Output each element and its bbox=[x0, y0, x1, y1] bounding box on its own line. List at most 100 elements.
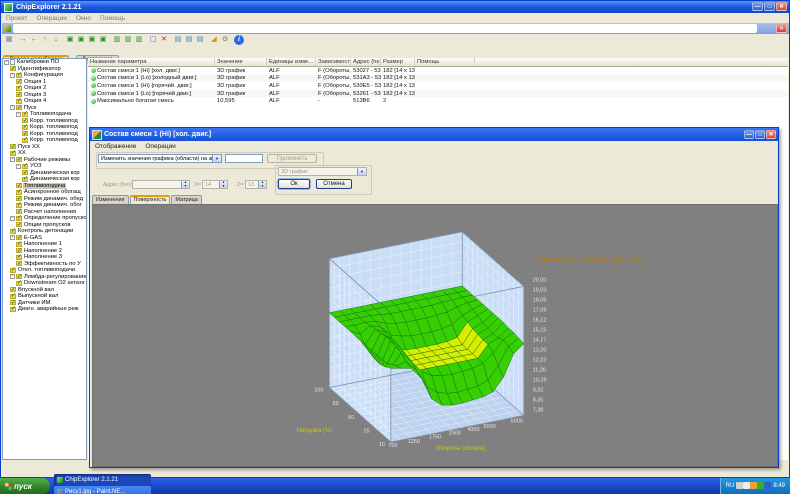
table-cell: ALF bbox=[267, 75, 316, 81]
taskbar-task[interactable]: Рису1.jpg - Paint.NE... bbox=[54, 486, 151, 494]
write-arrow-left-icon[interactable]: ← bbox=[29, 35, 39, 45]
spinner-arrows-icon[interactable]: ▲▼ bbox=[181, 181, 189, 188]
chip-read-icon[interactable]: ▣ bbox=[65, 35, 75, 45]
keyboard-tray-icon[interactable] bbox=[736, 482, 743, 489]
update-tray-icon[interactable] bbox=[750, 482, 757, 489]
maximize-button[interactable]: □ bbox=[764, 2, 775, 11]
dialog-maximize-button[interactable]: □ bbox=[755, 130, 765, 139]
map-table-icon-3[interactable]: ▥ bbox=[134, 35, 144, 45]
dialog-menu-item-Отображение[interactable]: Отображение bbox=[95, 143, 136, 150]
column-header[interactable]: Единицы изме... bbox=[267, 58, 316, 66]
dialog-title: Состав смеси 1 (Hi) [хол. двиг.] bbox=[104, 131, 211, 138]
dialog-close-button[interactable]: ✕ bbox=[766, 130, 776, 139]
ok-button[interactable]: Ок bbox=[278, 179, 310, 189]
chevron-down-icon[interactable]: ▼ bbox=[357, 168, 366, 175]
chevron-down-icon[interactable]: ▼ bbox=[212, 155, 221, 162]
chip-verify-icon[interactable]: ▣ bbox=[87, 35, 97, 45]
table-row[interactable]: Максимально богатая смесь10,595ALF-513B6… bbox=[88, 97, 788, 105]
window-view-icon-1[interactable]: ▤ bbox=[173, 35, 183, 45]
tree-item[interactable]: Асинхронное обогащ bbox=[3, 189, 86, 196]
child-window-titlebar[interactable]: ✕ bbox=[2, 23, 789, 34]
dialog-tab-Поверхность[interactable]: Поверхность bbox=[130, 195, 171, 204]
start-label: пуск bbox=[14, 482, 32, 491]
column-header[interactable]: Размер bbox=[381, 58, 415, 66]
close-button[interactable]: ✕ bbox=[776, 2, 787, 11]
tree-expander-icon[interactable]: - bbox=[16, 164, 21, 169]
binoculars-icon[interactable]: ⊙ bbox=[220, 35, 230, 45]
column-header[interactable]: Название параметра bbox=[88, 58, 215, 66]
chip-write-icon[interactable]: ▣ bbox=[76, 35, 86, 45]
action-combobox[interactable]: Изменить значения графика (области) на з… bbox=[98, 154, 222, 163]
column-header[interactable]: Зависимость bbox=[316, 58, 351, 66]
tree-expander-icon[interactable]: - bbox=[10, 274, 15, 279]
cancel-button[interactable]: Отмена bbox=[316, 179, 352, 189]
surface-chart[interactable]: 75012501750250040005000600010080502510На… bbox=[93, 205, 777, 466]
dialog-minimize-button[interactable]: — bbox=[744, 130, 754, 139]
tree-expander-icon[interactable]: - bbox=[10, 73, 15, 78]
spinner-arrows-icon[interactable]: ▲▼ bbox=[219, 181, 227, 188]
display-tray-icon[interactable] bbox=[743, 482, 750, 489]
table-row[interactable]: Состав смеси 1 (Lo) [холодный двиг.]3D г… bbox=[88, 75, 788, 83]
delete-icon[interactable]: ✕ bbox=[159, 35, 169, 45]
menu-item-Операции[interactable]: Операции bbox=[36, 15, 66, 22]
map-table-icon-2[interactable]: ▥ bbox=[123, 35, 133, 45]
tree-item[interactable]: Контроль детонации bbox=[3, 228, 86, 235]
menu-item-Помощь[interactable]: Помощь bbox=[100, 15, 125, 22]
read-arrow-right-icon[interactable]: → bbox=[18, 35, 28, 45]
surface-plot-area[interactable]: 75012501750250040005000600010080502510На… bbox=[92, 204, 778, 467]
dialog-tab-Изменения[interactable]: Изменения bbox=[92, 195, 129, 204]
tree-item[interactable]: Расчет наполнения bbox=[3, 209, 86, 216]
start-button[interactable]: пуск bbox=[0, 478, 50, 494]
antivirus-tray-icon[interactable] bbox=[757, 482, 764, 489]
tree-item[interactable]: Откл. топливоподачи bbox=[3, 267, 86, 274]
column-header[interactable]: Значение bbox=[215, 58, 267, 66]
copy-icon[interactable]: ▢ bbox=[148, 35, 158, 45]
table-row[interactable]: Состав смеси 1 (Hi) [горячий. двиг.]3D г… bbox=[88, 82, 788, 90]
tree-expander-icon[interactable]: - bbox=[10, 157, 15, 162]
upload-arrow-icon[interactable]: ↑ bbox=[40, 35, 50, 45]
network-tray-icon[interactable] bbox=[764, 482, 771, 489]
map-table-icon-1[interactable]: ▥ bbox=[112, 35, 122, 45]
language-indicator[interactable]: RU bbox=[726, 483, 735, 489]
app-titlebar[interactable]: ChipExplorer 2.1.21 — □ ✕ bbox=[1, 1, 789, 13]
window-view-icon-3[interactable]: ▤ bbox=[195, 35, 205, 45]
tree-item[interactable]: Режим динамич. обед bbox=[3, 196, 86, 203]
graph-type-combobox[interactable]: 3D график▼ bbox=[278, 167, 367, 176]
column-header[interactable]: Адрес (hex) bbox=[351, 58, 381, 66]
clock[interactable]: 8:49 bbox=[773, 483, 785, 489]
dialog-titlebar[interactable]: Состав смеси 1 (Hi) [хол. двиг.] — □ ✕ bbox=[90, 128, 778, 141]
spinner-arrows-icon[interactable]: ▲▼ bbox=[258, 181, 266, 188]
tree-item[interactable]: Режим динамич. обог bbox=[3, 202, 86, 209]
table-row[interactable]: Состав смеси 1 (Hi) [хол. двиг.]3D графи… bbox=[88, 67, 788, 75]
save-icon[interactable]: ▦ bbox=[4, 35, 14, 45]
value-input[interactable] bbox=[225, 154, 263, 163]
tree-expander-icon[interactable]: - bbox=[10, 235, 15, 240]
address-spinner[interactable]: ▲▼ bbox=[132, 180, 190, 189]
window-view-icon-2[interactable]: ▤ bbox=[184, 35, 194, 45]
dialog-tab-Матрица[interactable]: Матрица bbox=[171, 195, 201, 204]
tree-expander-icon[interactable]: - bbox=[10, 216, 15, 221]
minimize-button[interactable]: — bbox=[752, 2, 763, 11]
child-close-icon[interactable]: ✕ bbox=[776, 24, 787, 33]
column-header[interactable]: Помощь bbox=[415, 58, 475, 66]
menu-item-Проект[interactable]: Проект bbox=[6, 15, 27, 22]
apply-button[interactable]: Применить bbox=[267, 154, 317, 163]
tree-item[interactable]: -Лямбда-регулирование bbox=[3, 274, 86, 281]
tree-item-label: Наполнение 2 bbox=[23, 248, 63, 254]
tree-item[interactable]: -Определение пропусков bbox=[3, 215, 86, 222]
table-row[interactable]: Состав смеси 1 (Lo) [горячий двиг.]3D гр… bbox=[88, 90, 788, 98]
tree-expander-icon[interactable]: - bbox=[10, 105, 15, 110]
x-size-spinner[interactable]: 14▲▼ bbox=[202, 180, 228, 189]
chart-icon[interactable]: ◢ bbox=[209, 35, 219, 45]
tree-expander-icon[interactable]: - bbox=[4, 60, 9, 65]
chip-erase-icon[interactable]: ▣ bbox=[98, 35, 108, 45]
z-size-spinner[interactable]: 13▲▼ bbox=[245, 180, 267, 189]
taskbar-task[interactable]: ChipExplorer 2.1.21 bbox=[54, 474, 151, 486]
table-body: Состав смеси 1 (Hi) [хол. двиг.]3D графи… bbox=[88, 67, 788, 105]
download-arrow-icon[interactable]: ↓ bbox=[51, 35, 61, 45]
dialog-menu-item-Операции[interactable]: Операции bbox=[145, 143, 175, 150]
tree-expander-icon[interactable]: - bbox=[16, 112, 21, 117]
info-icon[interactable]: i bbox=[234, 35, 244, 45]
tree-item[interactable]: Диагн. аварийные реж bbox=[3, 306, 86, 313]
menu-item-Окно[interactable]: Окно bbox=[76, 15, 91, 22]
